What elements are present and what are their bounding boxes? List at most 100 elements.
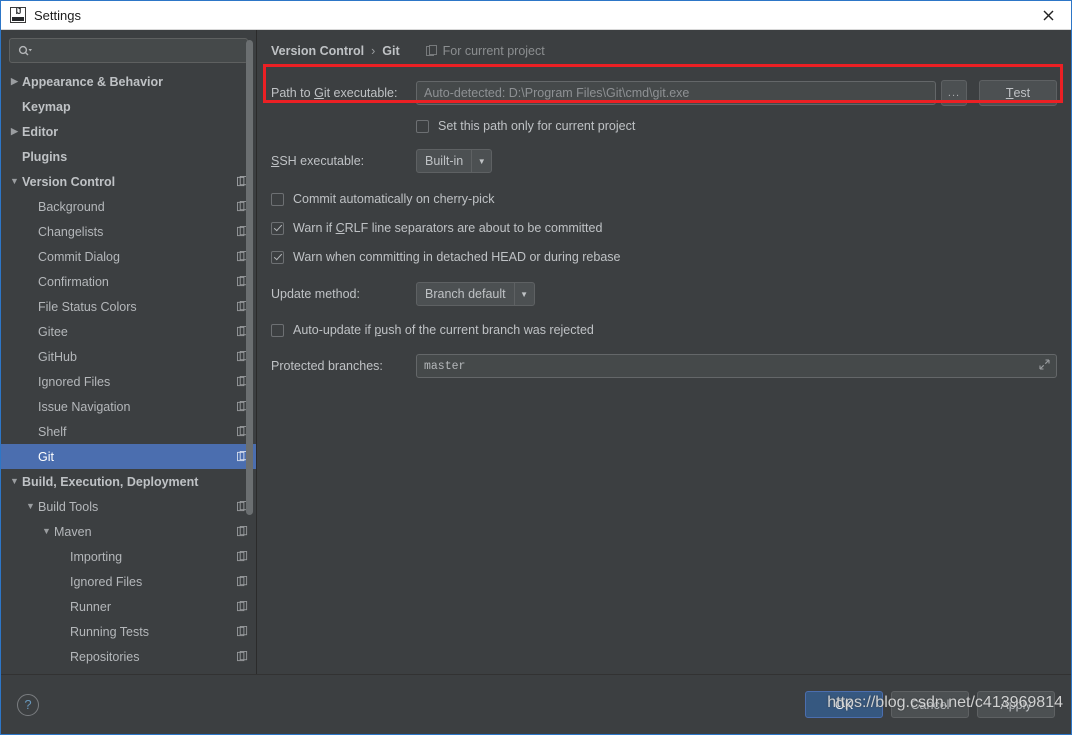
ssh-executable-label: SSH executable: [271,154,365,168]
scope-indicator: For current project [425,44,545,58]
sidebar-item-build-tools[interactable]: ▼ Build Tools [1,494,256,519]
sidebar-item-changelists[interactable]: Changelists [1,219,256,244]
sidebar-item-background[interactable]: Background [1,194,256,219]
set-path-current-project-checkbox[interactable] [416,119,429,133]
git-settings-form: Path to Git executable: Auto-detected: D… [257,58,1071,378]
settings-tree[interactable]: ▶ Appearance & Behavior Keymap ▶ Editor Plu… [1,69,256,674]
apply-button[interactable]: Apply [977,691,1055,718]
sidebar-item-repositories[interactable]: Repositories [1,644,256,669]
git-path-label: Path to Git executable: [271,86,398,100]
protected-branches-input[interactable]: master [416,354,1057,378]
sidebar-item-importing[interactable]: Importing [1,544,256,569]
chevron-down-icon[interactable]: ▼ [39,527,54,536]
protected-branches-label: Protected branches: [271,359,383,373]
dialog-body: ▶ Appearance & Behavior Keymap ▶ Editor Plu… [1,30,1071,674]
sidebar-item-issue-navigation[interactable]: Issue Navigation [1,394,256,419]
warn-crlf-label: Warn if CRLF line separators are about t… [293,221,603,235]
sidebar-scrollbar[interactable] [245,30,255,674]
sidebar-item-label: Build, Execution, Deployment [22,474,199,489]
ok-button[interactable]: OK [805,691,883,718]
chevron-down-icon: ▼ [513,283,534,305]
search-icon [18,45,32,57]
sidebar-item-running-tests[interactable]: Running Tests [1,619,256,644]
set-path-current-project-label: Set this path only for current project [438,119,636,133]
set-path-current-project-row[interactable]: Set this path only for current project [271,114,1057,138]
sidebar-item-build-execution-deployment[interactable]: ▼ Build, Execution, Deployment [1,469,256,494]
update-method-value: Branch default [425,287,506,301]
window-titlebar: Settings [1,1,1071,30]
update-method-dropdown[interactable]: Branch default ▼ [416,282,535,306]
sidebar-item-editor[interactable]: ▶ Editor [1,119,256,144]
sidebar-item-version-control[interactable]: ▼ Version Control [1,169,256,194]
warn-detached-head-label: Warn when committing in detached HEAD or… [293,250,621,264]
sidebar-item-runner[interactable]: Runner [1,594,256,619]
commit-cherry-pick-checkbox[interactable] [271,192,284,206]
chevron-right-icon[interactable]: ▶ [7,127,22,136]
search-container [1,30,256,69]
commit-cherry-pick-row[interactable]: Commit automatically on cherry-pick [271,187,1057,211]
sidebar-item-github[interactable]: GitHub [1,344,256,369]
sidebar-item-maven[interactable]: ▼ Maven [1,519,256,544]
sidebar-item-git[interactable]: Git [1,444,256,469]
sidebar-item-ignored-files[interactable]: Ignored Files [1,369,256,394]
sidebar-item-ignored-files[interactable]: Ignored Files [1,569,256,594]
help-button[interactable]: ? [17,693,39,716]
browse-button[interactable]: ... [941,80,967,106]
auto-update-row[interactable]: Auto-update if push of the current branc… [271,318,1057,342]
ssh-executable-dropdown[interactable]: Built-in ▼ [416,149,493,173]
warn-crlf-row[interactable]: Warn if CRLF line separators are about t… [271,216,1057,240]
git-path-input[interactable]: Auto-detected: D:\Program Files\Git\cmd\… [416,81,936,105]
warn-crlf-checkbox[interactable] [271,221,284,235]
ssh-executable-row: SSH executable: Built-in ▼ [271,149,1057,173]
warn-detached-head-checkbox[interactable] [271,250,284,264]
cancel-button[interactable]: Cancel [891,691,969,718]
sidebar-item-label: Background [38,199,105,214]
window-title: Settings [34,7,81,23]
git-path-placeholder: Auto-detected: D:\Program Files\Git\cmd\… [424,86,690,100]
sidebar-item-shelf[interactable]: Shelf [1,419,256,444]
search-input[interactable] [32,42,247,59]
search-box[interactable] [9,38,248,63]
sidebar-item-label: Version Control [22,174,116,189]
sidebar-scrollbar-thumb[interactable] [246,40,253,515]
chevron-down-icon[interactable]: ▼ [7,477,22,486]
sidebar-item-label: Ignored Files [70,574,143,589]
chevron-right-icon[interactable]: ▶ [7,77,22,86]
sidebar-item-label: Ignored Files [38,374,111,389]
scope-label: For current project [442,44,545,58]
sidebar-item-label: Commit Dialog [38,249,120,264]
sidebar-item-gitee[interactable]: Gitee [1,319,256,344]
sidebar-item-file-status-colors[interactable]: File Status Colors [1,294,256,319]
test-button[interactable]: Test [979,80,1057,106]
sidebar-item-confirmation[interactable]: Confirmation [1,269,256,294]
sidebar-item-label: Gitee [38,324,68,339]
chevron-down-icon: ▼ [471,150,491,172]
sidebar-item-commit-dialog[interactable]: Commit Dialog [1,244,256,269]
close-icon[interactable] [1026,1,1071,29]
intellij-idea-icon [10,7,26,23]
breadcrumb: Version Control › Git For current projec… [257,30,1071,58]
breadcrumb-root[interactable]: Version Control [271,44,364,58]
sidebar-item-keymap[interactable]: Keymap [1,94,256,119]
chevron-down-icon[interactable]: ▼ [23,502,38,511]
auto-update-checkbox[interactable] [271,323,284,337]
sidebar-item-label: File Status Colors [38,299,137,314]
sidebar-item-appearance-behavior[interactable]: ▶ Appearance & Behavior [1,69,256,94]
sidebar-item-label: Shelf [38,424,67,439]
sidebar-item-plugins[interactable]: Plugins [1,144,256,169]
warn-detached-head-row[interactable]: Warn when committing in detached HEAD or… [271,245,1057,269]
expand-icon[interactable] [1039,358,1050,374]
chevron-down-icon[interactable]: ▼ [7,177,22,186]
sidebar-item-label: Confirmation [38,274,109,289]
